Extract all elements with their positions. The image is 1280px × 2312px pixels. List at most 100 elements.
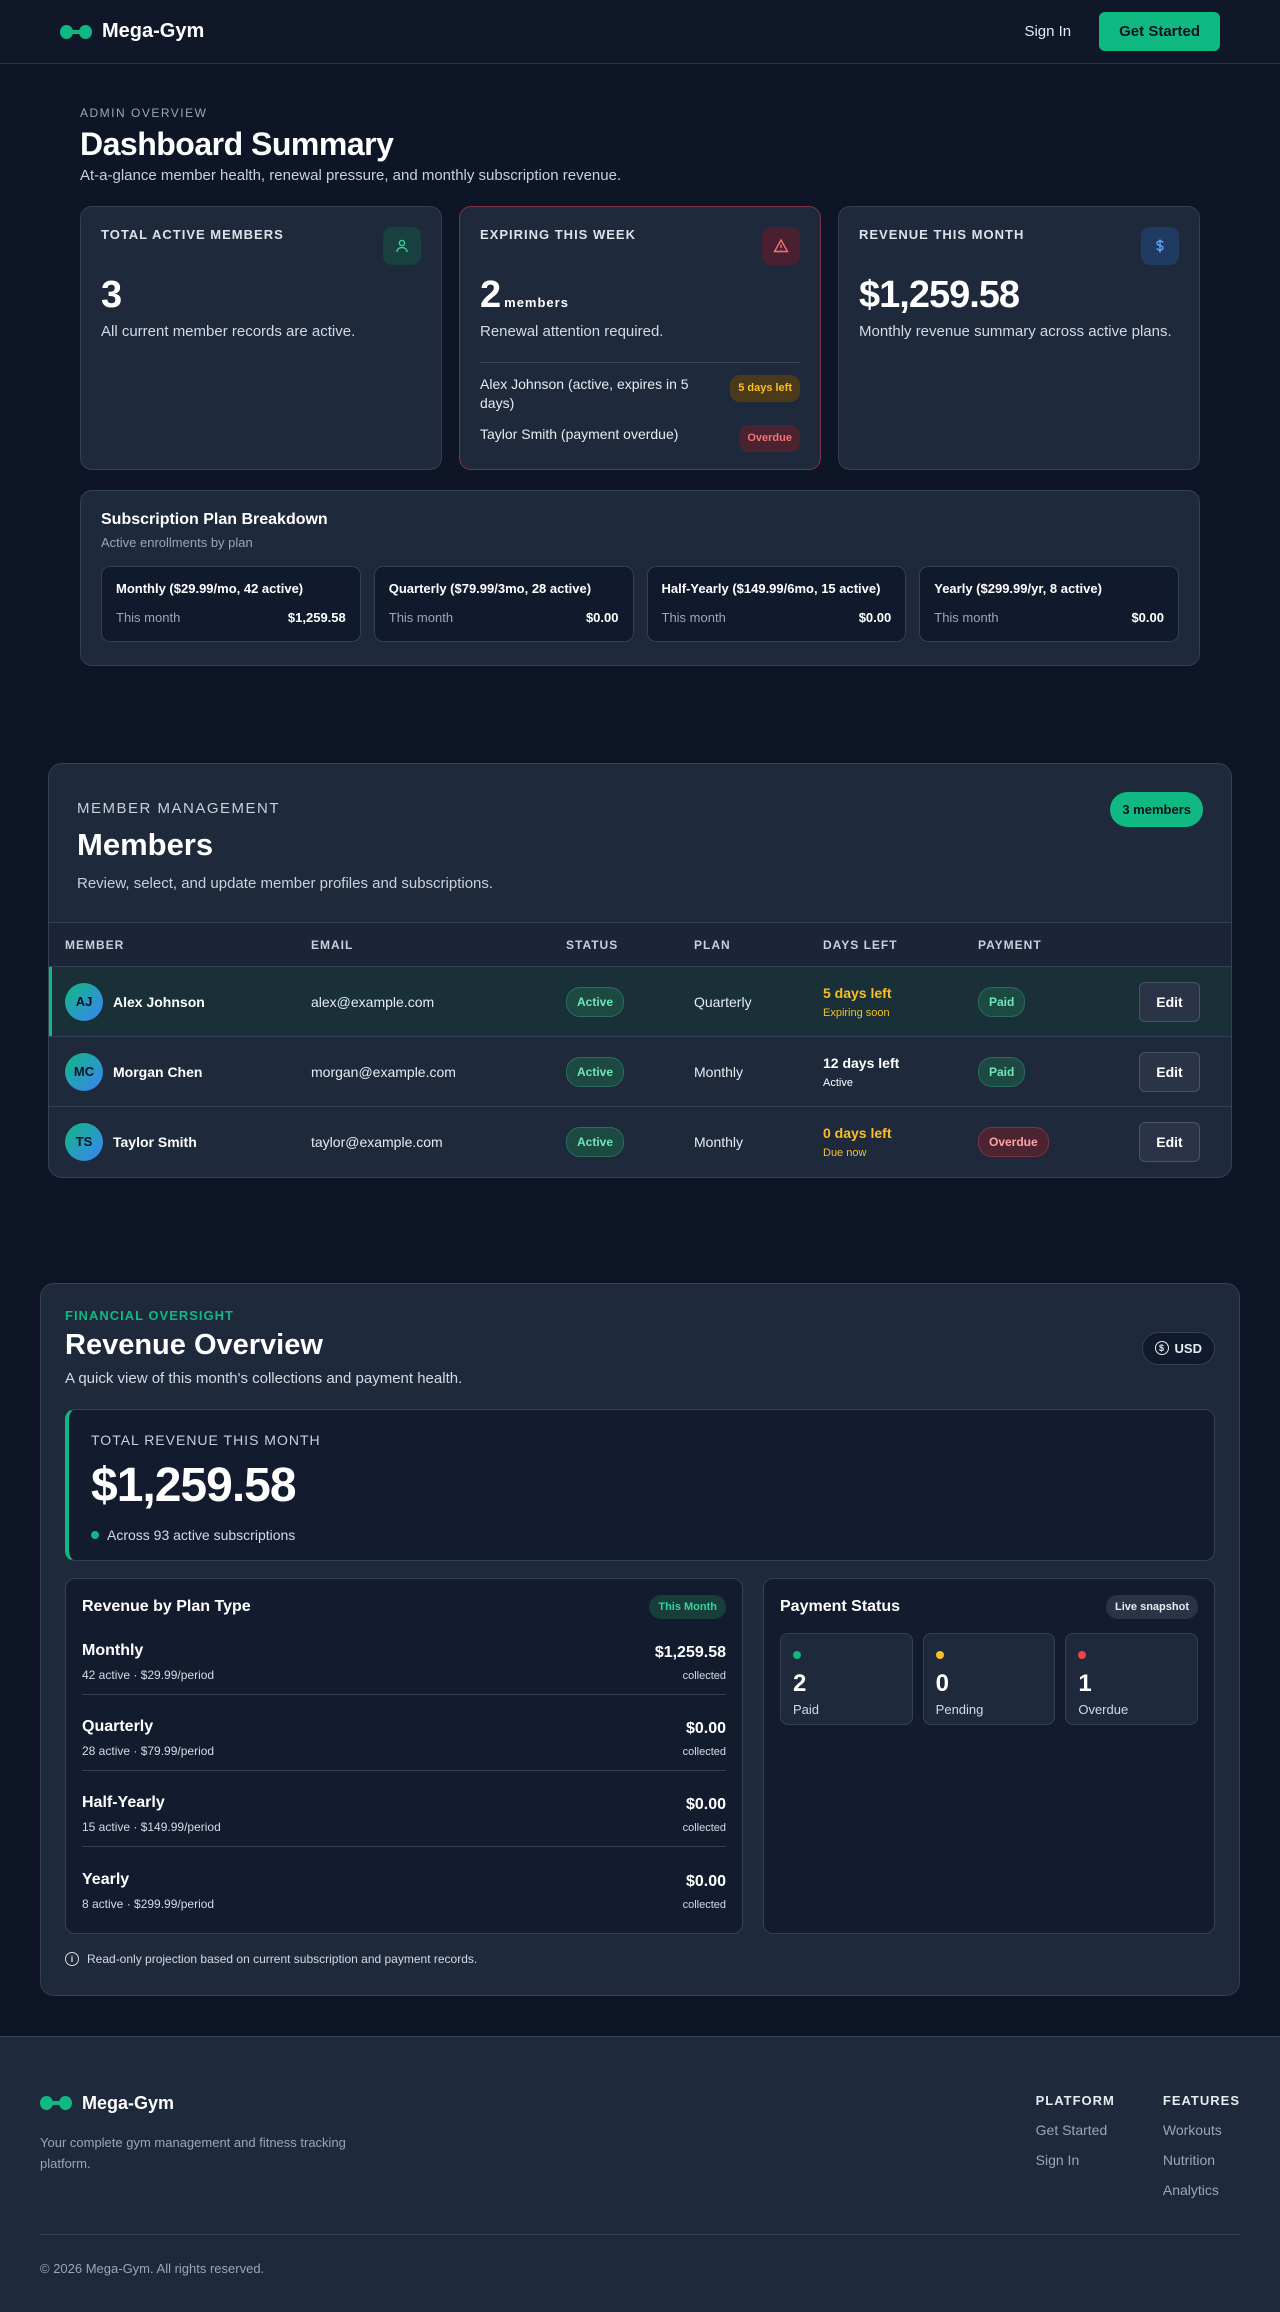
edit-button[interactable]: Edit (1139, 1051, 1200, 1092)
footer-logo[interactable]: Mega-Gym (40, 2093, 380, 2114)
dumbbell-icon (60, 24, 92, 39)
members-eyebrow: MEMBER MANAGEMENT (77, 800, 281, 817)
footer-brand: Mega-Gym Your complete gym management an… (40, 2093, 380, 2198)
member-email: alex@example.com (295, 966, 550, 1037)
revenue-subtitle: A quick view of this month's collections… (65, 1369, 463, 1387)
footer-platform-column: PLATFORM Get Started Sign In (1036, 2093, 1115, 2198)
active-members-card: TOTAL ACTIVE MEMBERS 3 All current membe… (80, 206, 442, 470)
table-row[interactable]: MC Morgan Chen morgan@example.com Active … (49, 1036, 1231, 1107)
warning-icon (762, 227, 800, 265)
get-started-button[interactable]: Get Started (1099, 12, 1220, 51)
revenue-title: Revenue Overview (65, 1328, 323, 1361)
days-left-note: Active (823, 1076, 853, 1089)
revenue-card: REVENUE THIS MONTH $1,259.58 Monthly rev… (838, 206, 1200, 470)
plan-revenue-row: Monthly 42 active · $29.99/period $1,259.… (82, 1619, 726, 1695)
stat-value: 2 members (480, 274, 569, 316)
dashboard-subtitle: At-a-glance member health, renewal press… (80, 167, 622, 184)
member-email: morgan@example.com (295, 1036, 550, 1107)
plan-breakdown-title: Subscription Plan Breakdown (101, 511, 328, 528)
column-header: PLAN (678, 922, 807, 967)
plan-breakdown: Subscription Plan Breakdown Active enrol… (80, 490, 1200, 666)
stat-label: TOTAL ACTIVE MEMBERS (101, 227, 284, 242)
member-name: Taylor Smith (113, 1133, 197, 1150)
this-month-tag: This Month (649, 1594, 726, 1619)
footer-description: Your complete gym management and fitness… (40, 2134, 346, 2171)
expiring-item[interactable]: Taylor Smith (payment overdue) Overdue (480, 425, 800, 452)
brand-name: Mega-Gym (102, 20, 205, 42)
revenue-eyebrow: FINANCIAL OVERSIGHT (65, 1307, 234, 1323)
user-icon (383, 227, 421, 265)
info-icon: i (65, 1951, 79, 1966)
members-section: MEMBER MANAGEMENT Members Review, select… (48, 763, 1232, 1178)
pending-status-card: 0 Pending (922, 1632, 1056, 1725)
pending-dot-icon (935, 1650, 944, 1659)
total-revenue-label: TOTAL REVENUE THIS MONTH (91, 1431, 321, 1448)
footer-columns: PLATFORM Get Started Sign In FEATURES Wo… (1036, 2093, 1240, 2198)
table-header-row: MEMBER EMAIL STATUS PLAN DAYS LEFT PAYME… (49, 922, 1231, 967)
dashboard-title: Dashboard Summary (80, 126, 394, 162)
dashboard-eyebrow: ADMIN OVERVIEW (80, 106, 208, 120)
table-row[interactable]: TS Taylor Smith taylor@example.com Active… (49, 1107, 1231, 1177)
edit-button[interactable]: Edit (1139, 1121, 1200, 1162)
footer-link-analytics[interactable]: Analytics (1163, 2182, 1240, 2198)
expiring-item[interactable]: Alex Johnson (active, expires in 5 days)… (480, 375, 800, 413)
stat-cards: TOTAL ACTIVE MEMBERS 3 All current membe… (80, 206, 1200, 470)
paid-dot-icon (793, 1650, 801, 1659)
footer-link-get-started[interactable]: Get Started (1036, 2122, 1115, 2138)
table-row[interactable]: AJ Alex Johnson alex@example.com Active Q… (49, 966, 1231, 1037)
status-badge: Active (566, 1056, 625, 1087)
brand-logo[interactable]: Mega-Gym (60, 20, 204, 43)
stat-desc: All current member records are active. (101, 323, 356, 340)
days-left: 5 days left (823, 984, 892, 1001)
currency-pill: $ USD (1141, 1331, 1215, 1365)
overdue-dot-icon (1078, 1650, 1087, 1659)
plan-card-yearly: Yearly ($299.99/yr, 8 active) This month… (919, 566, 1179, 642)
panel-title: Revenue by Plan Type (82, 1597, 251, 1615)
days-left-note: Due now (823, 1146, 867, 1159)
member-plan: Monthly (694, 1133, 744, 1150)
footer-features-column: FEATURES Workouts Nutrition Analytics (1163, 2093, 1240, 2198)
panel-title: Payment Status (780, 1597, 901, 1615)
plan-breakdown-subtitle: Active enrollments by plan (101, 535, 253, 550)
plan-card-half-yearly: Half-Yearly ($149.99/6mo, 15 active) Thi… (646, 566, 907, 642)
status-badge: Active (566, 986, 625, 1017)
site-footer: Mega-Gym Your complete gym management an… (0, 2035, 1280, 2312)
avatar: AJ (65, 982, 103, 1021)
footer-copyright: © 2026 Mega-Gym. All rights reserved. (40, 2233, 1240, 2276)
column-header: STATUS (550, 922, 678, 967)
payment-badge: Paid (978, 1056, 1026, 1087)
column-header: MEMBER (49, 922, 295, 967)
revenue-overview: FINANCIAL OVERSIGHT Revenue Overview A q… (40, 1282, 1240, 1996)
sign-in-link[interactable]: Sign In (1024, 23, 1071, 40)
total-revenue-note: Across 93 active subscriptions (91, 1527, 1192, 1543)
revenue-grid: Revenue by Plan Type This Month Monthly 4… (65, 1577, 1215, 1934)
dumbbell-icon (40, 2096, 72, 2110)
footer-link-nutrition[interactable]: Nutrition (1163, 2152, 1240, 2168)
member-plan: Quarterly (678, 966, 807, 1037)
stat-label: EXPIRING THIS WEEK (480, 227, 636, 242)
footer-link-sign-in[interactable]: Sign In (1036, 2152, 1115, 2168)
status-dot-icon (91, 1530, 99, 1539)
avatar: TS (65, 1122, 103, 1161)
plan-breakdown-grid: Monthly ($29.99/mo, 42 active) This mont… (101, 566, 1179, 642)
overdue-status-card: 1 Overdue (1065, 1632, 1199, 1725)
stat-value: 3 (101, 274, 122, 316)
header-actions: Sign In Get Started (1024, 12, 1220, 51)
brand-name: Mega-Gym (82, 2092, 175, 2113)
total-revenue-value: $1,259.58 (91, 1458, 297, 1512)
plan-card-quarterly: Quarterly ($79.99/3mo, 28 active) This m… (373, 566, 634, 642)
overdue-badge: Overdue (739, 425, 800, 452)
avatar: MC (65, 1052, 103, 1091)
expiring-card: EXPIRING THIS WEEK 2 members Renewal atte… (459, 206, 821, 470)
days-left-badge: 5 days left (730, 375, 800, 402)
live-snapshot-tag: Live snapshot (1106, 1594, 1198, 1619)
dashboard-summary: ADMIN OVERVIEW Dashboard Summary At-a-gl… (0, 64, 1280, 666)
members-count-badge: 3 members (1110, 792, 1203, 827)
footer-column-title: FEATURES (1162, 2092, 1240, 2108)
days-left-note: Expiring soon (823, 1006, 890, 1019)
payment-status-panel: Payment Status Live snapshot 2 Paid 0 Pe… (763, 1577, 1215, 1934)
total-revenue-box: TOTAL REVENUE THIS MONTH $1,259.58 Acros… (65, 1408, 1215, 1561)
edit-button[interactable]: Edit (1139, 981, 1200, 1022)
footer-link-workouts[interactable]: Workouts (1163, 2122, 1240, 2138)
members-title: Members (77, 827, 214, 862)
